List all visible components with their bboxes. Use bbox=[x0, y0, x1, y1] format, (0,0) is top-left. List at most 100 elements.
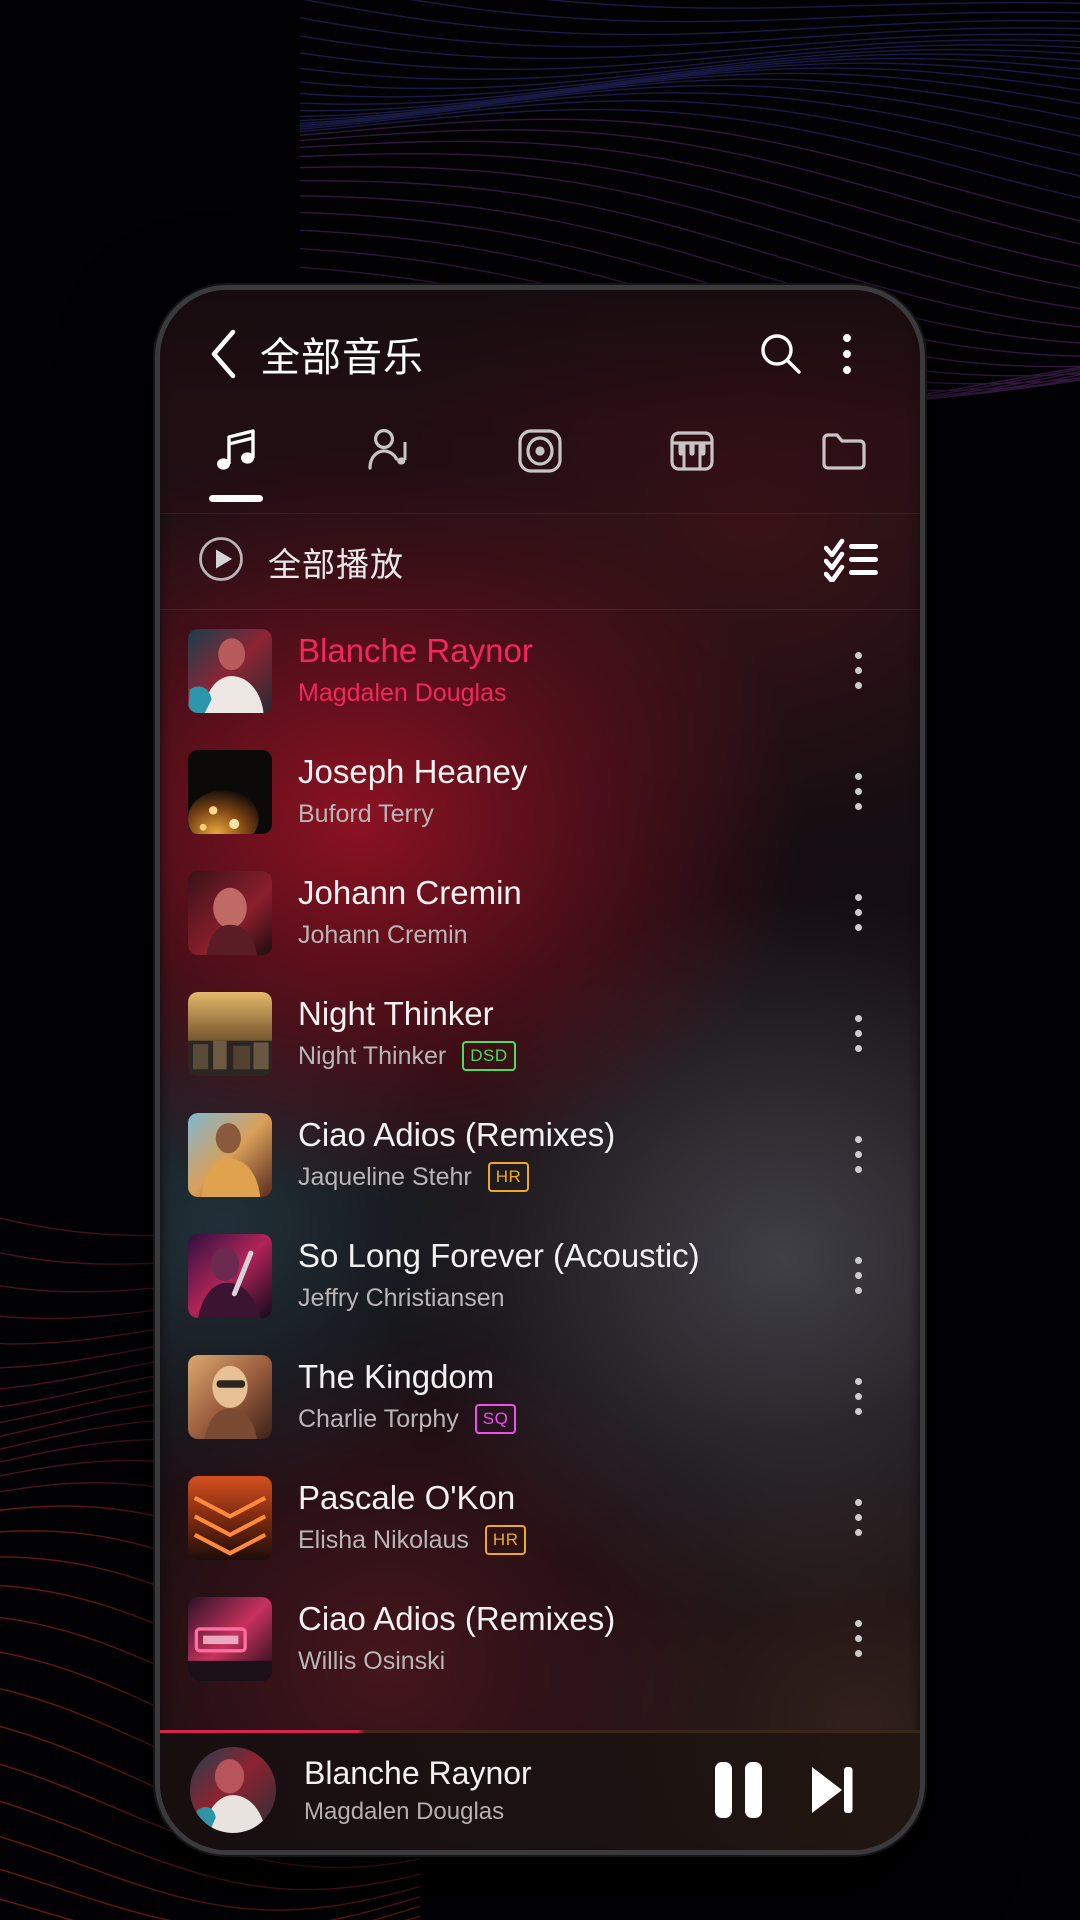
song-artwork bbox=[188, 1596, 272, 1681]
song-artist-line: Elisha Nikolaus HR bbox=[298, 1525, 830, 1556]
song-artist-line: Charlie Torphy SQ bbox=[298, 1404, 830, 1435]
song-overflow-button[interactable] bbox=[830, 1352, 886, 1442]
song-artwork bbox=[188, 628, 272, 713]
song-row[interactable]: So Long Forever (Acoustic) Jeffry Christi… bbox=[160, 1215, 920, 1336]
piano-icon bbox=[665, 422, 719, 480]
song-title: So Long Forever (Acoustic) bbox=[298, 1236, 700, 1274]
tab-bar bbox=[160, 418, 920, 514]
now-playing-artwork[interactable] bbox=[190, 1747, 276, 1833]
song-artist-line: Jaqueline Stehr HR bbox=[298, 1162, 830, 1193]
now-playing-artist: Magdalen Douglas bbox=[304, 1797, 505, 1825]
more-vertical-icon bbox=[854, 1499, 862, 1536]
song-artwork bbox=[188, 1354, 272, 1439]
more-vertical-icon bbox=[854, 652, 862, 689]
tab-artists[interactable] bbox=[312, 418, 464, 514]
song-artist-line: Johann Cremin bbox=[298, 920, 830, 951]
song-artwork bbox=[188, 991, 272, 1076]
album-disc-icon bbox=[513, 422, 567, 480]
song-artwork bbox=[188, 1475, 272, 1560]
overflow-menu-button[interactable] bbox=[814, 321, 880, 387]
more-vertical-icon bbox=[854, 1620, 862, 1657]
song-title: Ciao Adios (Remixes) bbox=[298, 1599, 616, 1637]
more-vertical-icon bbox=[854, 894, 862, 931]
more-vertical-icon bbox=[854, 1136, 862, 1173]
more-vertical-icon bbox=[854, 1378, 862, 1415]
now-playing-meta: Blanche Raynor Magdalen Douglas bbox=[304, 1755, 692, 1826]
song-artwork bbox=[188, 749, 272, 834]
artist-icon bbox=[361, 422, 415, 480]
song-row[interactable]: Night Thinker Night Thinker DSD bbox=[160, 973, 920, 1094]
song-overflow-button[interactable] bbox=[830, 747, 886, 837]
song-title: Night Thinker bbox=[298, 994, 494, 1032]
page-title: 全部音乐 bbox=[260, 336, 424, 380]
play-all-row[interactable]: 全部播放 bbox=[160, 514, 920, 610]
song-overflow-button[interactable] bbox=[830, 626, 886, 716]
song-artist: Jeffry Christiansen bbox=[298, 1283, 505, 1312]
quality-badge-hr: HR bbox=[487, 1162, 530, 1193]
play-all-label: 全部播放 bbox=[268, 545, 404, 583]
more-vertical-icon bbox=[854, 1015, 862, 1052]
song-row[interactable]: Ciao Adios (Remixes) Jaqueline Stehr HR bbox=[160, 1094, 920, 1215]
song-artist-line: Magdalen Douglas bbox=[298, 678, 830, 709]
song-title: Pascale O'Kon bbox=[298, 1478, 516, 1516]
song-row[interactable]: Joseph Heaney Buford Terry bbox=[160, 731, 920, 852]
song-meta: Ciao Adios (Remixes) Willis Osinski bbox=[298, 1600, 830, 1677]
app-bar: 全部音乐 bbox=[160, 290, 920, 418]
song-list[interactable]: Blanche Raynor Magdalen Douglas Joseph Hea… bbox=[160, 610, 920, 1730]
song-row[interactable]: Ciao Adios (Remixes) Willis Osinski bbox=[160, 1578, 920, 1699]
now-playing-title: Blanche Raynor bbox=[304, 1754, 532, 1791]
song-overflow-button[interactable] bbox=[830, 989, 886, 1079]
song-artist-line: Night Thinker DSD bbox=[298, 1041, 830, 1072]
song-artwork bbox=[188, 1233, 272, 1318]
pause-button[interactable] bbox=[692, 1744, 784, 1836]
tab-albums[interactable] bbox=[464, 418, 616, 514]
song-meta: Joseph Heaney Buford Terry bbox=[298, 753, 830, 830]
multiselect-button[interactable] bbox=[823, 536, 880, 587]
song-row[interactable]: Johann Cremin Johann Cremin bbox=[160, 852, 920, 973]
tab-songs[interactable] bbox=[160, 418, 312, 514]
more-vertical-icon bbox=[854, 773, 862, 810]
song-artwork bbox=[188, 1112, 272, 1197]
song-overflow-button[interactable] bbox=[830, 868, 886, 958]
song-artist-line: Willis Osinski bbox=[298, 1646, 830, 1677]
song-row[interactable]: Blanche Raynor Magdalen Douglas bbox=[160, 610, 920, 731]
pause-icon bbox=[714, 1762, 762, 1818]
play-circle-icon bbox=[194, 532, 248, 591]
song-overflow-button[interactable] bbox=[830, 1594, 886, 1684]
quality-badge-hr: HR bbox=[484, 1525, 527, 1556]
song-artist: Johann Cremin bbox=[298, 920, 468, 949]
song-meta: So Long Forever (Acoustic) Jeffry Christi… bbox=[298, 1237, 830, 1314]
checklist-icon bbox=[823, 538, 878, 584]
song-artist: Jaqueline Stehr bbox=[298, 1162, 472, 1191]
tab-genres[interactable] bbox=[616, 418, 768, 514]
skip-next-icon bbox=[812, 1767, 853, 1813]
song-title: Blanche Raynor bbox=[298, 631, 533, 669]
app-screen: 全部音乐 全部播放 Blanche Raynor Magdalen Dougla… bbox=[160, 290, 920, 1850]
next-button[interactable] bbox=[784, 1744, 876, 1836]
song-overflow-button[interactable] bbox=[830, 1231, 886, 1321]
quality-badge-dsd: DSD bbox=[462, 1041, 516, 1072]
song-row[interactable]: Pascale O'Kon Elisha Nikolaus HR bbox=[160, 1457, 920, 1578]
song-meta: Pascale O'Kon Elisha Nikolaus HR bbox=[298, 1479, 830, 1556]
song-row[interactable]: The Kingdom Charlie Torphy SQ bbox=[160, 1336, 920, 1457]
song-title: Joseph Heaney bbox=[298, 752, 528, 790]
song-meta: Ciao Adios (Remixes) Jaqueline Stehr HR bbox=[298, 1116, 830, 1193]
song-artist-line: Jeffry Christiansen bbox=[298, 1283, 830, 1314]
song-meta: Night Thinker Night Thinker DSD bbox=[298, 995, 830, 1072]
song-artist: Charlie Torphy bbox=[298, 1404, 459, 1433]
mini-player[interactable]: Blanche Raynor Magdalen Douglas bbox=[160, 1730, 920, 1850]
song-title: Ciao Adios (Remixes) bbox=[298, 1115, 616, 1153]
song-artist: Magdalen Douglas bbox=[298, 678, 507, 707]
more-vertical-icon bbox=[843, 334, 851, 374]
song-overflow-button[interactable] bbox=[830, 1473, 886, 1563]
chevron-left-icon bbox=[211, 329, 236, 379]
song-title: Johann Cremin bbox=[298, 873, 522, 911]
back-button[interactable] bbox=[194, 324, 254, 384]
phone-frame: 全部音乐 全部播放 Blanche Raynor Magdalen Dougla… bbox=[155, 285, 925, 1855]
search-button[interactable] bbox=[748, 321, 814, 387]
tab-folders[interactable] bbox=[768, 418, 920, 514]
tab-active-indicator bbox=[209, 495, 263, 502]
song-artist: Willis Osinski bbox=[298, 1646, 446, 1675]
song-overflow-button[interactable] bbox=[830, 1110, 886, 1200]
song-artist: Buford Terry bbox=[298, 799, 434, 828]
